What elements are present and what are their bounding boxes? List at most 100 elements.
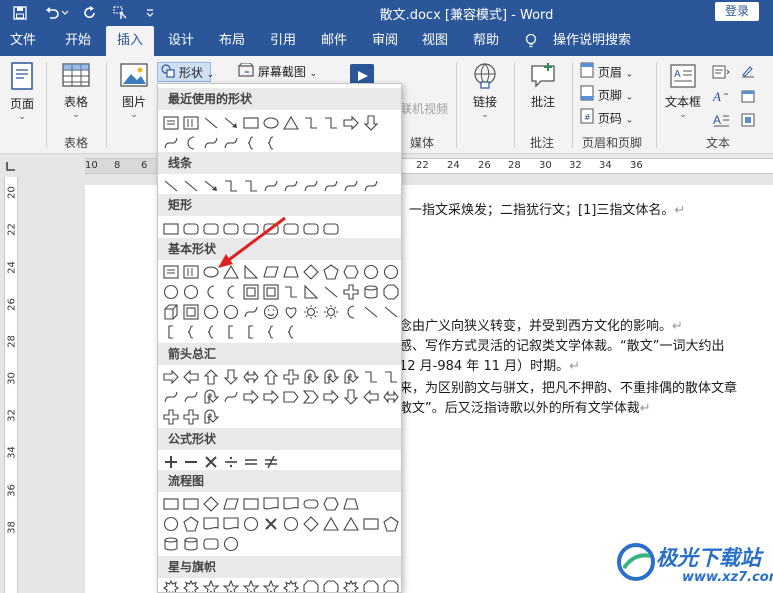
circle-shape-icon[interactable]: [161, 282, 181, 302]
brace-shape-icon[interactable]: [281, 322, 301, 342]
star-shape-icon[interactable]: [261, 578, 281, 592]
header-button[interactable]: 页眉 ⌄: [580, 62, 633, 82]
vertical-ruler-strip[interactable]: 20 22 24 26 28 30 32 34 36 38: [4, 177, 18, 593]
curve-shape-icon[interactable]: [221, 387, 241, 407]
rrect-shape-icon[interactable]: [301, 219, 321, 239]
arrowLR-shape-icon[interactable]: [241, 367, 261, 387]
rrect-shape-icon[interactable]: [201, 534, 221, 554]
tell-me-search[interactable]: 操作说明搜索: [553, 26, 631, 56]
arrowline-shape-icon[interactable]: [201, 176, 221, 196]
circle-shape-icon[interactable]: [381, 262, 401, 282]
page-button[interactable]: 页面 ⌄: [4, 62, 40, 122]
curve-shape-icon[interactable]: [261, 176, 281, 196]
circle-shape-icon[interactable]: [161, 514, 181, 534]
elbow-shape-icon[interactable]: [361, 367, 381, 387]
rect-shape-icon[interactable]: [241, 494, 261, 514]
moon-shape-icon[interactable]: [181, 133, 201, 153]
arrowL-shape-icon[interactable]: [181, 367, 201, 387]
textbox-shape-icon[interactable]: [161, 262, 181, 282]
circle-shape-icon[interactable]: [281, 514, 301, 534]
shapes-button[interactable]: 形状 ⌄: [157, 62, 214, 82]
vtextbox-shape-icon[interactable]: [181, 113, 201, 133]
burst-shape-icon[interactable]: [281, 578, 301, 592]
minus-shape-icon[interactable]: [181, 452, 201, 472]
ellipse-shape-icon[interactable]: [261, 113, 281, 133]
flow1-shape-icon[interactable]: [161, 494, 181, 514]
datetime-icon[interactable]: [740, 88, 756, 107]
rrect-shape-icon[interactable]: [281, 219, 301, 239]
burst-shape-icon[interactable]: [161, 578, 181, 592]
elbow-shape-icon[interactable]: [221, 176, 241, 196]
sun-shape-icon[interactable]: [321, 302, 341, 322]
cross-shape-icon[interactable]: [341, 282, 361, 302]
elbow-shape-icon[interactable]: [321, 113, 341, 133]
circle-shape-icon[interactable]: [221, 302, 241, 322]
tab-layout[interactable]: 布局: [209, 26, 255, 56]
ellipse-shape-icon[interactable]: [201, 262, 221, 282]
oct-shape-icon[interactable]: [301, 578, 321, 592]
tri-shape-icon[interactable]: [221, 262, 241, 282]
curve-shape-icon[interactable]: [181, 387, 201, 407]
arrowR-shape-icon[interactable]: [241, 387, 261, 407]
undo-icon[interactable]: [42, 3, 62, 23]
plus-shape-icon[interactable]: [161, 452, 181, 472]
quick-parts-icon[interactable]: [712, 64, 730, 83]
pent-shape-icon[interactable]: [381, 514, 401, 534]
tri-shape-icon[interactable]: [321, 514, 341, 534]
tab-view[interactable]: 视图: [412, 26, 458, 56]
curve-shape-icon[interactable]: [161, 387, 181, 407]
line-shape-icon[interactable]: [181, 176, 201, 196]
diamond-shape-icon[interactable]: [301, 262, 321, 282]
star-shape-icon[interactable]: [241, 578, 261, 592]
chevron-shape-icon[interactable]: [301, 387, 321, 407]
line-shape-icon[interactable]: [321, 282, 341, 302]
cross-shape-icon[interactable]: [181, 407, 201, 427]
rrect-shape-icon[interactable]: [261, 219, 281, 239]
brace-shape-icon[interactable]: [261, 133, 281, 153]
bracket-shape-icon[interactable]: [221, 322, 241, 342]
smile-shape-icon[interactable]: [261, 302, 281, 322]
divide-shape-icon[interactable]: [221, 452, 241, 472]
line-shape-icon[interactable]: [201, 113, 221, 133]
textbox-shape-icon[interactable]: [161, 113, 181, 133]
curve-shape-icon[interactable]: [321, 176, 341, 196]
curve-shape-icon[interactable]: [241, 302, 261, 322]
tab-help[interactable]: 帮助: [463, 26, 509, 56]
oct-shape-icon[interactable]: [361, 578, 381, 592]
hex-shape-icon[interactable]: [341, 262, 361, 282]
arrowD-shape-icon[interactable]: [361, 113, 381, 133]
tri-shape-icon[interactable]: [341, 514, 361, 534]
rrect-shape-icon[interactable]: [321, 219, 341, 239]
page-number-button[interactable]: # 页码 ⌄: [580, 108, 633, 128]
picture-button[interactable]: 图片 ⌄: [114, 62, 154, 120]
curve-shape-icon[interactable]: [361, 176, 381, 196]
para-shape-icon[interactable]: [221, 494, 241, 514]
heart-shape-icon[interactable]: [281, 302, 301, 322]
tab-design[interactable]: 设计: [158, 26, 204, 56]
vtextbox-shape-icon[interactable]: [181, 262, 201, 282]
comment-button[interactable]: 批注: [524, 62, 562, 110]
rect-shape-icon[interactable]: [241, 113, 261, 133]
arrowR-shape-icon[interactable]: [341, 113, 361, 133]
brace-shape-icon[interactable]: [261, 322, 281, 342]
brace-shape-icon[interactable]: [241, 133, 261, 153]
circle-shape-icon[interactable]: [221, 534, 241, 554]
login-button[interactable]: 登录: [715, 2, 759, 21]
wordart-icon[interactable]: A: [712, 88, 730, 107]
frame-shape-icon[interactable]: [241, 282, 261, 302]
document-line[interactable]: 一指文采焕发；二指犹行文；[1]三指文体名。↵: [409, 199, 685, 218]
circle-shape-icon[interactable]: [361, 262, 381, 282]
circle-shape-icon[interactable]: [181, 282, 201, 302]
trap-shape-icon[interactable]: [281, 262, 301, 282]
textbox-button[interactable]: A 文本框 ⌄: [661, 62, 705, 120]
oct-shape-icon[interactable]: [381, 578, 401, 592]
redo-icon[interactable]: [80, 3, 100, 23]
tab-review[interactable]: 审阅: [362, 26, 408, 56]
pent-shape-icon[interactable]: [181, 514, 201, 534]
arrowR-shape-icon[interactable]: [261, 387, 281, 407]
uturn-shape-icon[interactable]: [201, 407, 221, 427]
can-shape-icon[interactable]: [361, 282, 381, 302]
rect-shape-icon[interactable]: [161, 219, 181, 239]
diamond-shape-icon[interactable]: [301, 514, 321, 534]
undo-dropdown-icon[interactable]: [60, 3, 70, 23]
